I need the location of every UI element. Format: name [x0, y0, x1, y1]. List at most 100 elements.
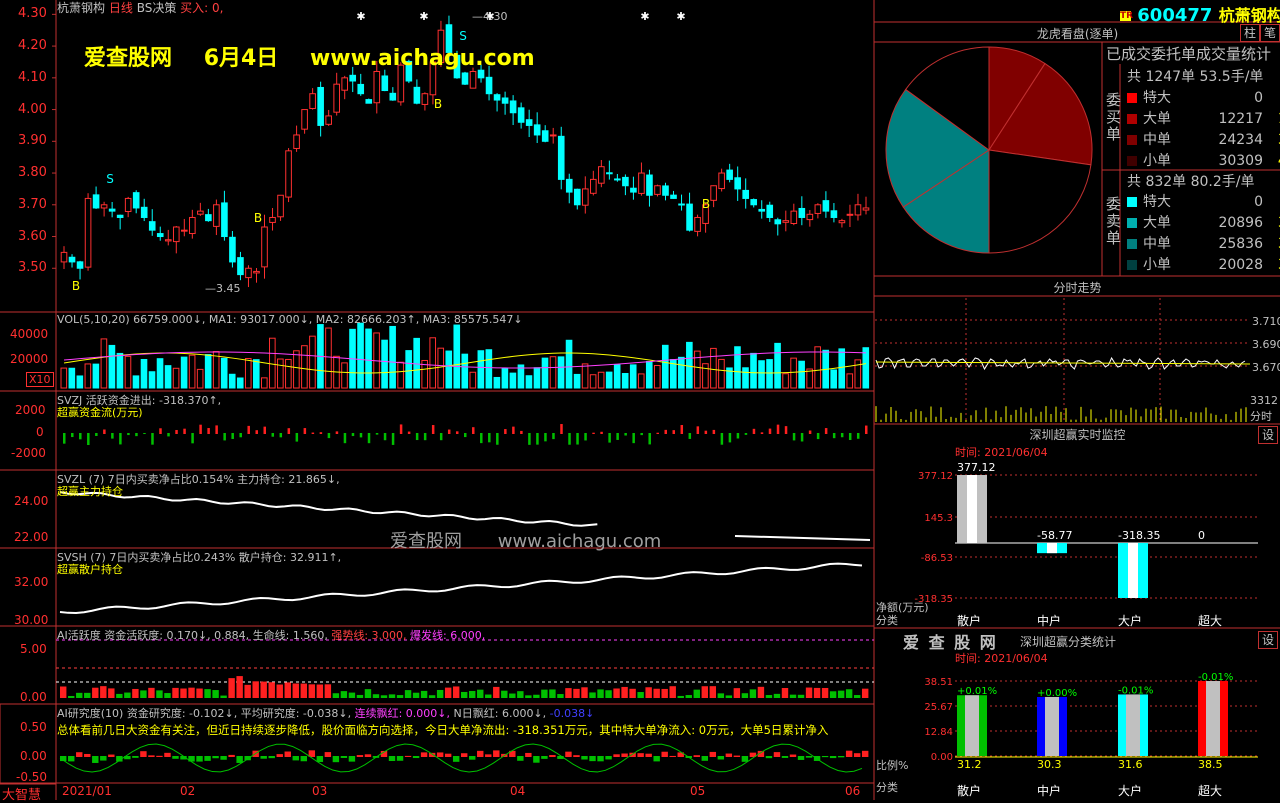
row-name: 小单: [1143, 153, 1171, 169]
ai-research-bar: [388, 756, 396, 761]
row-vol: 0: [1254, 90, 1263, 106]
row-name: 中单: [1143, 236, 1171, 252]
row-pct: 30%: [1263, 257, 1280, 273]
row-name: 特大: [1143, 90, 1171, 106]
volume-bar: [156, 358, 164, 389]
period-label[interactable]: 日线: [109, 1, 133, 15]
svzj-bar: [183, 428, 186, 434]
volume-bar: [758, 360, 765, 389]
svzj-bar: [439, 433, 443, 441]
signal-marker: B: [254, 211, 262, 225]
ai-active-bar: [340, 691, 348, 698]
candle-body: [213, 204, 220, 227]
ai-active-bar: [60, 686, 67, 698]
class-value: 31.6: [1118, 758, 1143, 771]
svzj-bar: [672, 430, 676, 434]
ai-active-bar: [765, 695, 773, 698]
ai-research-bar: [669, 755, 676, 757]
candle-body: [229, 236, 236, 263]
volume-bar: [453, 324, 461, 389]
candle-body: [164, 239, 172, 242]
ai-active-bar: [140, 690, 147, 698]
svzj-bar: [127, 433, 130, 436]
volume-bar: [228, 373, 236, 389]
volume-bar: [742, 367, 749, 389]
candle-body: [830, 210, 838, 218]
ai-active-bar: [629, 688, 636, 698]
star-marker: ✱: [640, 10, 649, 23]
candle-body: [197, 210, 204, 215]
candle-body: [108, 208, 116, 212]
ai-research-bar: [220, 756, 227, 760]
volume-bar: [718, 358, 725, 389]
candle-body: [181, 229, 188, 232]
volume-bar: [838, 348, 846, 389]
class-time: 时间: 2021/06/04: [955, 652, 1048, 665]
watermark-mid: 爱查股网 www.aichagu.com: [390, 527, 661, 553]
row-pct: 0%: [1263, 90, 1280, 106]
candle-body: [565, 178, 573, 193]
ai-research-bar: [164, 752, 171, 757]
volume-bar: [140, 358, 148, 389]
ai-active-bar: [364, 689, 372, 698]
candle-body: [509, 100, 517, 114]
svzj-bar: [167, 433, 170, 437]
vol-unit: X10: [26, 372, 54, 387]
x-label-2: 03: [312, 784, 328, 798]
row-name: 大单: [1143, 215, 1171, 231]
svzj-bar: [592, 432, 595, 434]
svzj-bar: [455, 431, 459, 434]
main-header: 杭萧钢构 日线 BS决策 买入: 0,: [57, 0, 223, 16]
svzj-bar: [832, 433, 836, 439]
monitor-category: 超大: [1198, 613, 1222, 628]
price-tick-label: 4.20: [18, 38, 47, 54]
ai-active-bar: [308, 684, 316, 698]
svzj-bar: [696, 426, 700, 434]
ai-research-bar: [404, 755, 412, 757]
ai-research-bar: [68, 756, 75, 762]
candle-body: [221, 202, 228, 238]
row-vol: 20028: [1218, 257, 1263, 273]
volume-bar: [84, 363, 92, 389]
monitor-value: -58.77: [1037, 529, 1072, 542]
color-swatch: [1127, 135, 1137, 145]
volume-bar: [269, 337, 276, 389]
volume-bar: [637, 373, 645, 389]
ai-active-bar: [356, 694, 364, 698]
volume-bar: [405, 350, 412, 389]
svzj-bar: [159, 428, 162, 434]
class-settings-button[interactable]: 设: [1258, 631, 1278, 649]
price-tick-label: 4.10: [18, 69, 47, 85]
volume-bar: [172, 367, 180, 389]
ai-research-bar: [356, 755, 364, 757]
stats-row: 小单 2002830%: [1127, 254, 1280, 274]
svzj-bar: [351, 433, 355, 437]
svzl-tick-0: 24.00: [14, 494, 49, 508]
row-vol: 25836: [1218, 236, 1263, 252]
ai-research-bar: [340, 756, 348, 758]
candle-body: [549, 134, 557, 137]
ai-research-bar: [741, 756, 749, 762]
row-pct: 45%: [1263, 153, 1280, 169]
ai-active-bar: [316, 684, 324, 698]
row-vol: 24234: [1218, 132, 1263, 148]
volume-bar: [148, 371, 156, 389]
candle-body: [493, 94, 501, 101]
ai-active-bar: [613, 688, 620, 698]
class-pct: +0.00%: [1037, 688, 1077, 699]
volume-bar: [437, 347, 445, 389]
volume-bar: [710, 347, 717, 389]
class-value: 30.3: [1037, 758, 1062, 771]
ai-active-bar: [196, 688, 203, 698]
svzj-bar: [367, 433, 371, 444]
svzj-bar: [191, 433, 194, 444]
volume-bar: [116, 352, 124, 389]
volume-bar: [493, 376, 501, 389]
volume-bar: [236, 377, 244, 389]
x-label-4: 05: [690, 784, 706, 798]
monitor-settings-button[interactable]: 设: [1258, 426, 1278, 444]
svzj-bar: [472, 427, 475, 434]
ai-active-bar: [645, 687, 652, 698]
ai-active-bar: [156, 690, 163, 698]
ai-active-bar: [789, 694, 797, 698]
